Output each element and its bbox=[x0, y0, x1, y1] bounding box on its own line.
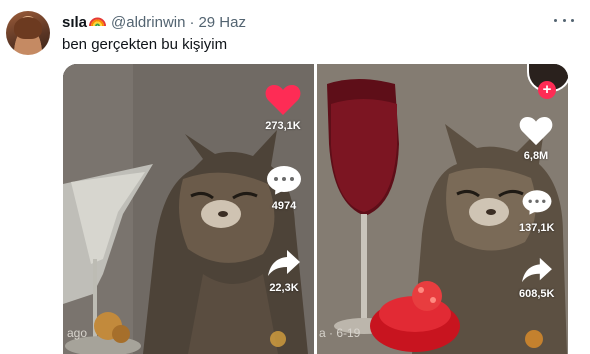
video-watermark-right: a · 6-19 bbox=[319, 326, 361, 340]
comment-button-left[interactable]: 4974 bbox=[267, 166, 301, 212]
share-arrow-icon bbox=[268, 250, 300, 276]
share-button-right[interactable]: 608,5K bbox=[519, 256, 554, 300]
rainbow-icon bbox=[89, 14, 107, 31]
heart-icon bbox=[265, 85, 301, 115]
comment-count-left: 4974 bbox=[271, 200, 297, 212]
author-name[interactable]: sıla bbox=[62, 14, 87, 31]
more-icon[interactable] bbox=[554, 13, 574, 27]
like-button-left[interactable]: 273,1K bbox=[265, 84, 301, 132]
comment-icon bbox=[267, 166, 301, 199]
like-count-left: 273,1K bbox=[265, 120, 301, 132]
share-count-left: 22,3K bbox=[269, 282, 299, 294]
tweet-date[interactable]: 29 Haz bbox=[198, 14, 246, 31]
tweet-text: ben gerçekten bu kişiyim bbox=[62, 36, 228, 53]
comment-button-right[interactable]: 137,1K bbox=[519, 188, 554, 234]
share-button-left[interactable]: 22,3K bbox=[267, 248, 301, 294]
author-handle[interactable]: @aldrinwin bbox=[111, 14, 185, 31]
media-grid[interactable]: 273,1K 4974 22,3K ago + 6,8M 137,1K 608,… bbox=[63, 64, 568, 354]
tweet-header: sıla @aldrinwin · 29 Haz bbox=[62, 13, 246, 31]
like-button-right[interactable]: 6,8M bbox=[519, 116, 553, 162]
video-thumbnail-right[interactable]: + 6,8M 137,1K 608,5K a · 6-19 bbox=[317, 64, 568, 354]
share-arrow-icon bbox=[521, 257, 552, 283]
video-watermark-left: ago bbox=[67, 326, 88, 340]
heart-icon bbox=[519, 116, 553, 146]
comment-icon bbox=[522, 190, 552, 218]
separator-dot: · bbox=[189, 13, 195, 31]
like-count-right: 6,8M bbox=[523, 150, 549, 162]
follow-plus-icon[interactable]: + bbox=[538, 81, 556, 99]
video-thumbnail-left[interactable]: 273,1K 4974 22,3K ago bbox=[63, 64, 314, 354]
avatar[interactable] bbox=[6, 11, 50, 55]
share-count-right: 608,5K bbox=[519, 288, 555, 300]
comment-count-right: 137,1K bbox=[519, 222, 555, 234]
avatar-hair bbox=[14, 17, 42, 39]
